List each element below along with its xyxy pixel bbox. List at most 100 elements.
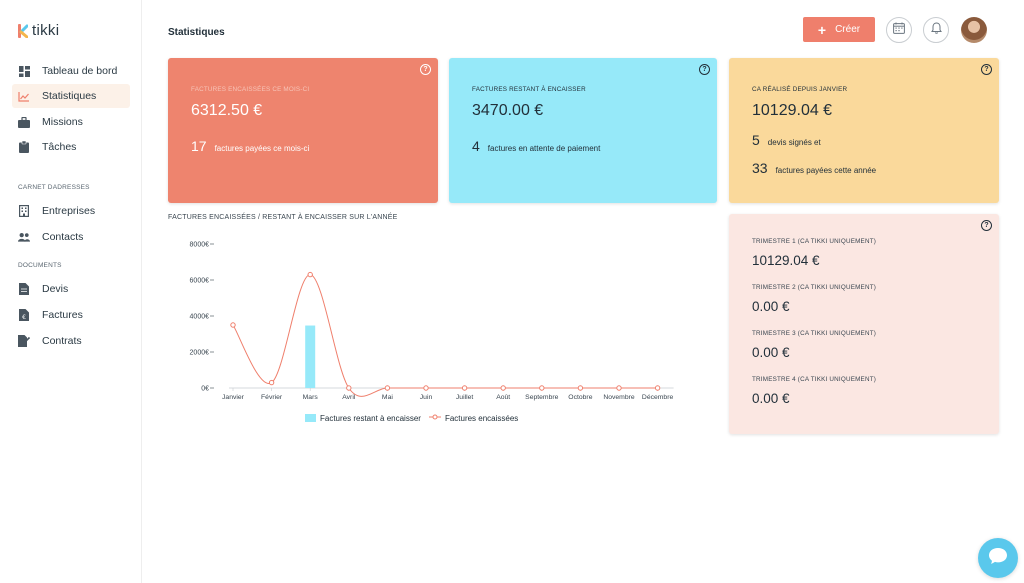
line-point <box>500 385 506 391</box>
sidebar-item-factures[interactable]: € Factures <box>12 303 130 327</box>
sidebar-item-label: Contacts <box>42 231 84 243</box>
sidebar-item-missions[interactable]: Missions <box>12 110 130 134</box>
sidebar-item-entreprises[interactable]: Entreprises <box>12 199 130 223</box>
card-invoices-text: factures payées cette année <box>775 166 877 175</box>
line-point <box>230 322 236 328</box>
chat-icon <box>988 547 1008 570</box>
line-point <box>423 385 429 391</box>
sidebar-item-contrats[interactable]: Contrats <box>12 329 130 353</box>
legend-swatch-bar <box>305 414 316 422</box>
card-label: CA RÉALISÉ DEPUIS JANVIER <box>752 86 848 93</box>
sidebar: tikki Tableau de bord Statistiques Missi… <box>0 0 142 583</box>
create-button[interactable]: + Créer <box>803 17 875 42</box>
y-tick-label: 8000€ <box>190 242 210 249</box>
x-tick-label: Juin <box>420 394 433 401</box>
sidebar-item-contacts[interactable]: Contacts <box>12 225 130 249</box>
card-quotes-count: 5 <box>752 132 760 148</box>
line-point <box>307 271 313 278</box>
create-button-label: Créer <box>835 24 861 35</box>
card-label: FACTURES RESTANT À ENCAISSER <box>472 86 586 93</box>
bell-icon <box>930 21 942 39</box>
line-point <box>461 385 468 391</box>
sidebar-item-label: Tableau de bord <box>42 65 118 77</box>
notifications-button[interactable] <box>923 17 949 43</box>
card-count-text: factures en attente de paiement <box>487 144 601 153</box>
card-invoices-line: 33 factures payées cette année <box>752 160 876 176</box>
quarter-amount: 0.00 € <box>752 299 790 314</box>
x-tick-label: Septembre <box>525 394 558 401</box>
card-count-text: factures payées ce mois-ci <box>214 144 310 153</box>
sidebar-item-statistiques[interactable]: Statistiques <box>12 84 130 108</box>
x-tick-label: Février <box>261 394 283 401</box>
logo-text: tikki <box>32 22 60 39</box>
sidebar-item-tableau-de-bord[interactable]: Tableau de bord <box>12 59 130 83</box>
y-tick-label: 0€ <box>201 386 209 393</box>
card-count: 4 <box>472 138 480 154</box>
card-quotes-line: 5 devis signés et <box>752 132 821 148</box>
help-icon[interactable]: ? <box>699 64 710 75</box>
line-point <box>346 385 352 391</box>
sidebar-item-label: Missions <box>42 116 83 128</box>
legend-swatch-line <box>428 413 441 423</box>
sidebar-item-label: Devis <box>42 283 69 295</box>
legend-label: Factures encaissées <box>444 413 519 423</box>
avatar[interactable] <box>961 17 987 43</box>
line-point <box>539 385 545 391</box>
bar <box>305 325 316 388</box>
line-point <box>577 385 584 391</box>
sidebar-item-label: Tâches <box>42 141 77 153</box>
card-revenue-ytd: ? CA RÉALISÉ DEPUIS JANVIER 10129.04 € 5… <box>729 58 999 203</box>
page-title: Statistiques <box>168 27 225 38</box>
card-invoices-pending: ? FACTURES RESTANT À ENCAISSER 3470.00 €… <box>449 58 717 203</box>
sidebar-item-label: Contrats <box>42 335 82 347</box>
sidebar-item-devis[interactable]: Devis <box>12 277 130 301</box>
document-icon <box>18 283 30 295</box>
calendar-button[interactable] <box>886 17 912 43</box>
line-point <box>616 385 622 391</box>
chart-title: FACTURES ENCAISSÉES / RESTANT À ENCAISSE… <box>168 214 398 221</box>
quarter-amount: 10129.04 € <box>752 253 820 268</box>
chat-button[interactable] <box>978 538 1018 578</box>
quarter-label: TRIMESTRE 2 (CA TIKKI UNIQUEMENT) <box>752 284 877 291</box>
calendar-icon <box>893 21 905 39</box>
x-tick-label: Novembre <box>603 394 635 401</box>
card-count: 17 <box>191 138 207 154</box>
logo[interactable]: tikki <box>18 22 59 39</box>
sidebar-item-label: Statistiques <box>42 90 97 102</box>
help-icon[interactable]: ? <box>981 220 992 231</box>
x-tick-label: Décembre <box>642 394 674 401</box>
quarter-amount: 0.00 € <box>752 345 790 360</box>
legend-item-bar[interactable]: Factures restant à encaisser <box>305 414 421 423</box>
x-tick-label: Mai <box>382 394 393 401</box>
card-amount: 3470.00 € <box>472 102 544 119</box>
sidebar-item-taches[interactable]: Tâches <box>12 135 130 159</box>
chart-icon <box>18 90 30 102</box>
card-quotes-text: devis signés et <box>767 138 821 147</box>
legend-label: Factures restant à encaisser <box>320 413 421 423</box>
card-count-line: 4 factures en attente de paiement <box>472 138 600 154</box>
sidebar-item-label: Entreprises <box>42 205 96 217</box>
x-tick-label: Avril <box>342 394 356 401</box>
line-point <box>268 379 275 386</box>
x-tick-label: Août <box>496 394 510 401</box>
tikki-logo-icon <box>18 23 29 38</box>
legend-item-line[interactable]: Factures encaissées <box>428 413 519 423</box>
help-icon[interactable]: ? <box>420 64 431 75</box>
help-icon[interactable]: ? <box>981 64 992 75</box>
quarter-amount: 0.00 € <box>752 391 790 406</box>
contract-icon <box>18 335 30 347</box>
card-count-line: 17 factures payées ce mois-ci <box>191 138 309 154</box>
quarter-label: TRIMESTRE 4 (CA TIKKI UNIQUEMENT) <box>752 376 877 383</box>
quarter-label: TRIMESTRE 1 (CA TIKKI UNIQUEMENT) <box>752 238 877 245</box>
clipboard-icon <box>18 141 30 153</box>
dashboard-icon <box>18 65 30 77</box>
section-title-carnet: CARNET DADRESSES <box>18 184 90 191</box>
x-tick-label: Juillet <box>456 394 473 401</box>
card-label: FACTURES ENCAISSÉES CE MOIS-CI <box>191 86 310 93</box>
x-tick-label: Janvier <box>222 394 245 401</box>
invoice-icon: € <box>18 309 30 321</box>
sidebar-item-label: Factures <box>42 309 83 321</box>
line-point <box>384 385 391 391</box>
app: tikki Tableau de bord Statistiques Missi… <box>0 0 1024 583</box>
card-invoices-collected: ? FACTURES ENCAISSÉES CE MOIS-CI 6312.50… <box>168 58 438 203</box>
